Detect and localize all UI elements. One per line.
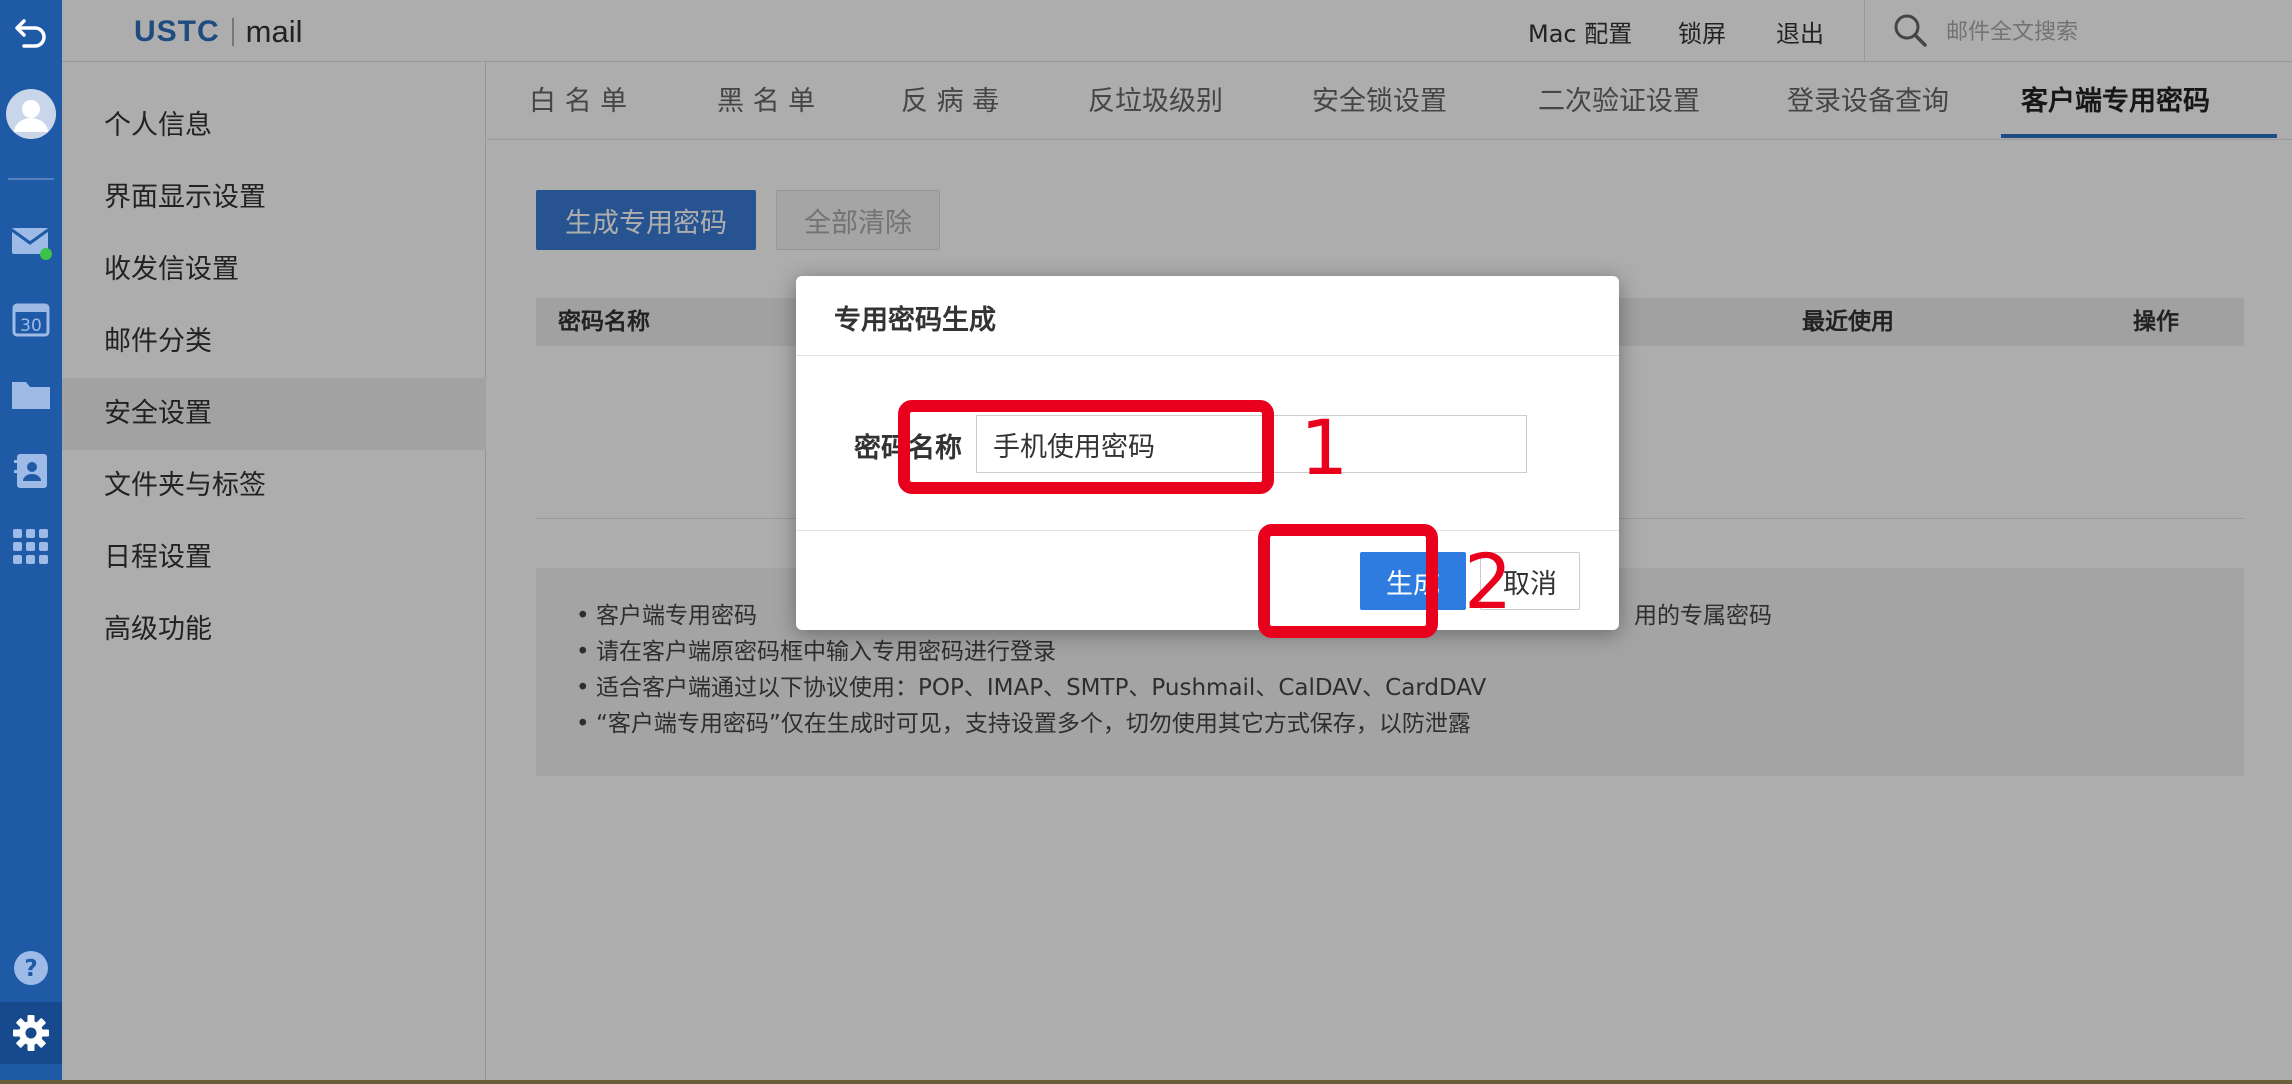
mail-icon[interactable] [0, 220, 62, 264]
contacts-icon[interactable] [0, 448, 62, 494]
annotation-box-step-1 [898, 400, 1274, 494]
apps-grid-icon[interactable] [0, 522, 62, 572]
avatar[interactable] [0, 84, 62, 144]
folder-icon[interactable] [0, 372, 62, 416]
dialog-footer-divider [796, 530, 1619, 531]
back-icon[interactable] [0, 10, 62, 54]
icon-rail: 30 ? [0, 0, 62, 1080]
calendar-icon[interactable]: 30 [0, 296, 62, 342]
svg-text:30: 30 [20, 316, 42, 336]
rail-divider [8, 178, 54, 180]
settings-gear-icon[interactable] [0, 1002, 62, 1064]
dialog-header: 专用密码生成 [796, 276, 1619, 356]
desktop-background-strip [0, 1080, 2292, 1084]
help-icon[interactable]: ? [0, 946, 62, 990]
app-window: USTC mail Mac 配置 锁屏 退出 个人信息 界面显示设置 收发信设置… [62, 0, 2292, 1080]
svg-text:?: ? [24, 956, 37, 982]
annotation-number-1: 1 [1300, 403, 1349, 492]
annotation-number-2: 2 [1464, 537, 1513, 626]
annotation-box-step-2 [1258, 524, 1438, 638]
dialog-title: 专用密码生成 [834, 305, 996, 336]
